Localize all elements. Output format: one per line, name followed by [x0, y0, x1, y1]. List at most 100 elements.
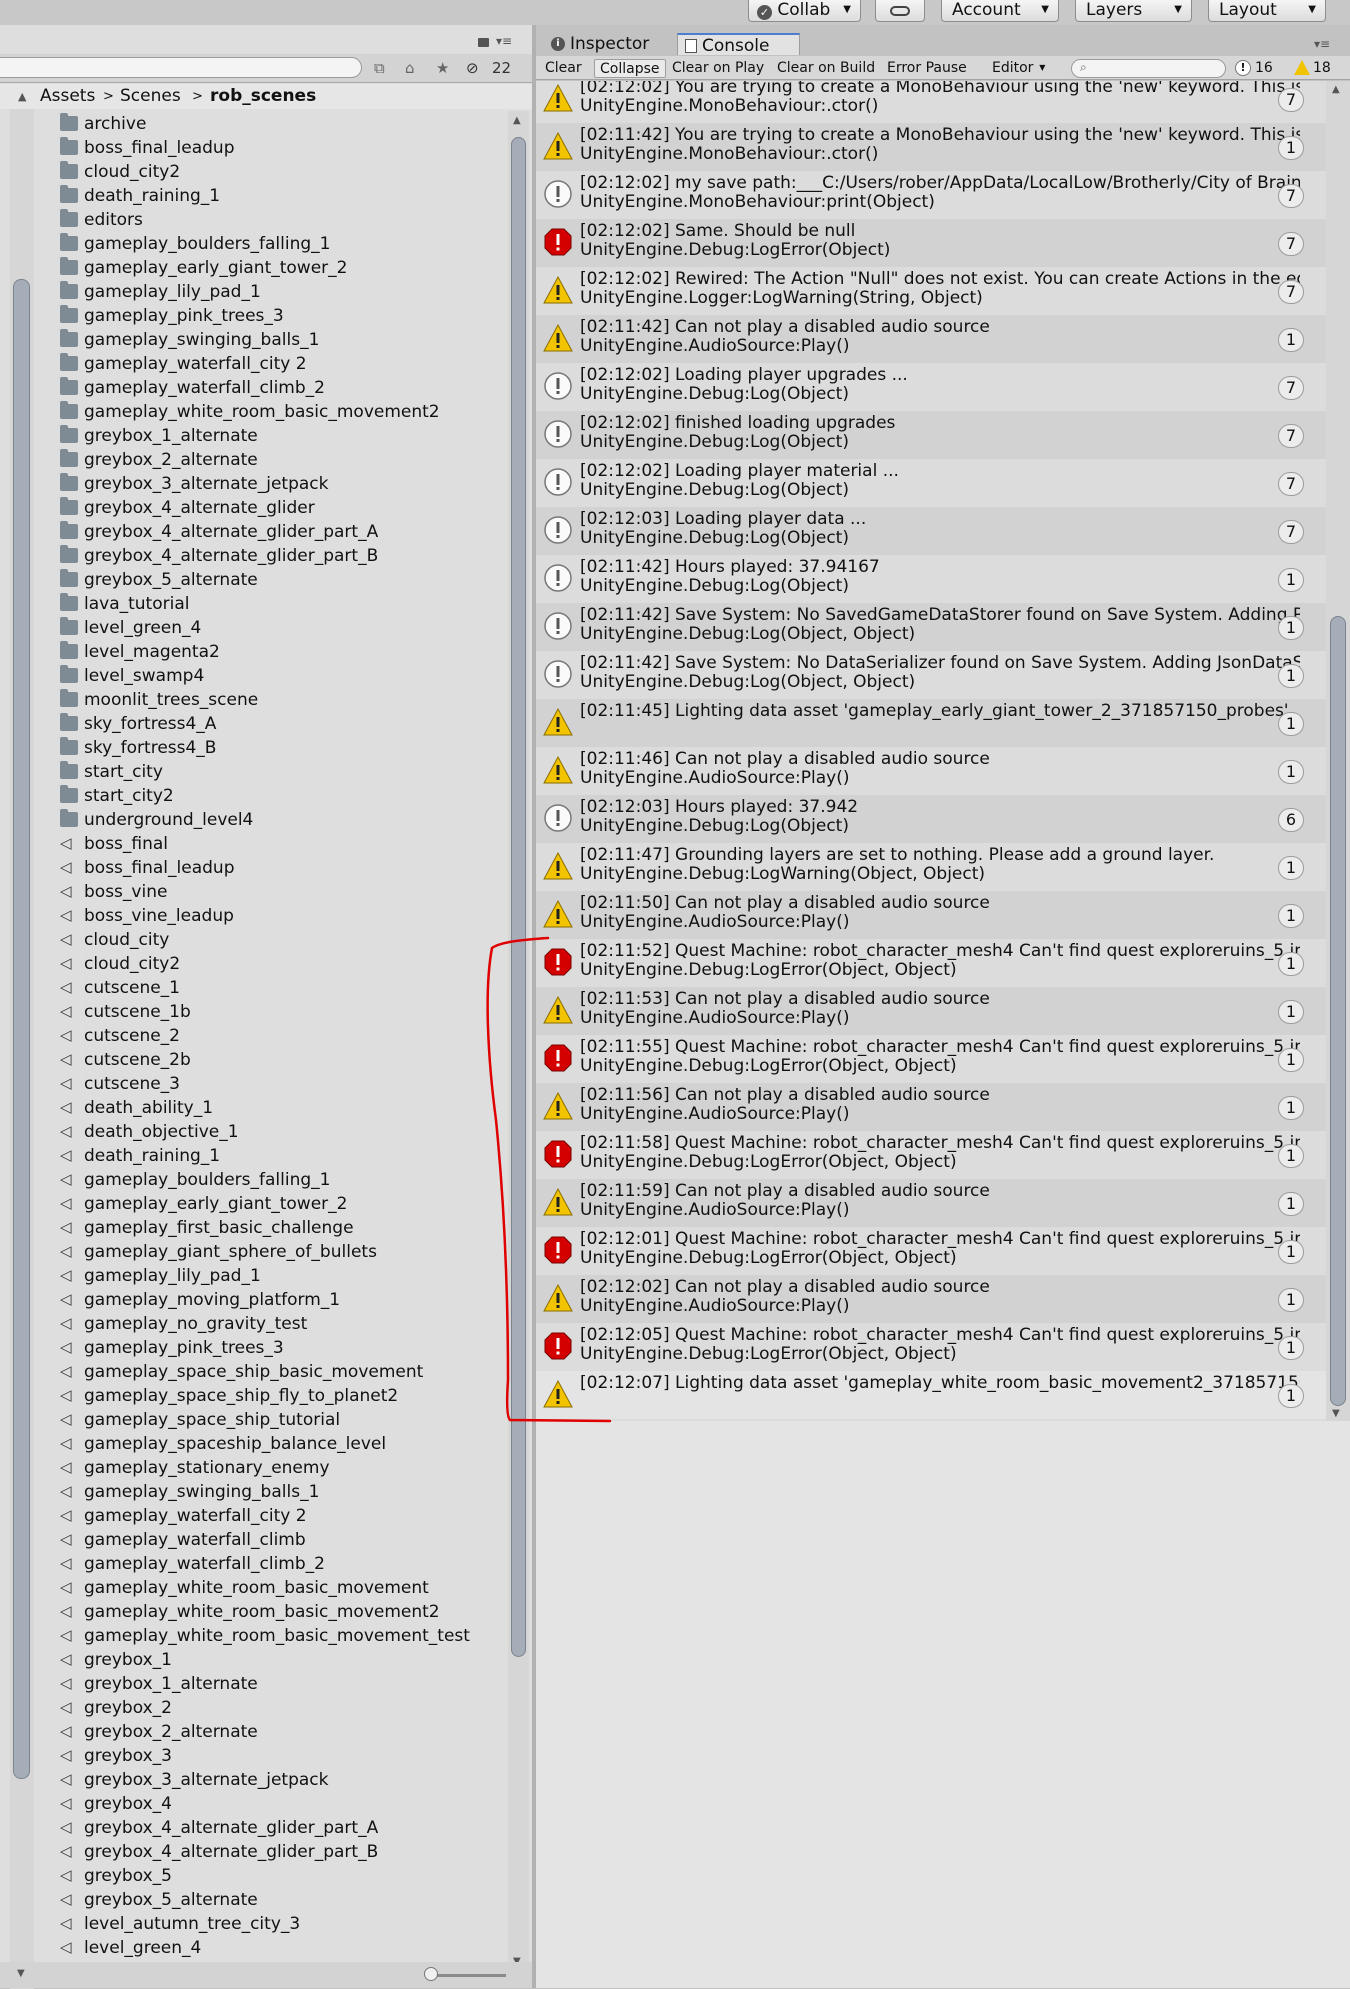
folder-item[interactable]: sky_fortress4_B — [57, 736, 507, 760]
scene-item[interactable]: ◁ gameplay_giant_sphere_of_bullets — [57, 1240, 507, 1264]
folder-item[interactable]: lava_tutorial — [57, 592, 507, 616]
scene-item[interactable]: ◁ greybox_1 — [57, 1648, 507, 1672]
folder-item[interactable]: gameplay_white_room_basic_movement2 — [57, 400, 507, 424]
console-entry[interactable]: [02:11:56] Can not play a disabled audio… — [536, 1083, 1326, 1131]
console-entry[interactable]: [02:11:46] Can not play a disabled audio… — [536, 747, 1326, 795]
scene-item[interactable]: ◁ gameplay_space_ship_tutorial — [57, 1408, 507, 1432]
scene-item[interactable]: ◁ gameplay_boulders_falling_1 — [57, 1168, 507, 1192]
collab-button[interactable]: ✓ Collab ▼ — [748, 0, 861, 22]
icon-size-slider-handle[interactable] — [424, 1967, 438, 1981]
create-filter-icon[interactable]: ⧉ — [374, 59, 385, 77]
scene-item[interactable]: ◁ greybox_3 — [57, 1744, 507, 1768]
scene-item[interactable]: ◁ cutscene_1 — [57, 976, 507, 1000]
clear-button[interactable]: Clear — [540, 59, 587, 78]
log-filter-toggle[interactable]: ! 16 — [1233, 59, 1278, 78]
scene-item[interactable]: ◁ gameplay_no_gravity_test — [57, 1312, 507, 1336]
scene-item[interactable]: ◁ cutscene_2b — [57, 1048, 507, 1072]
clear-on-play-toggle[interactable]: Clear on Play — [667, 59, 769, 78]
scene-item[interactable]: ◁ gameplay_white_room_basic_movement_test — [57, 1624, 507, 1648]
scene-item[interactable]: ◁ boss_vine — [57, 880, 507, 904]
console-entry[interactable]: [02:12:07] Lighting data asset 'gameplay… — [536, 1371, 1326, 1419]
favorite-star-icon[interactable]: ★ — [436, 59, 449, 77]
folder-item[interactable]: gameplay_boulders_falling_1 — [57, 232, 507, 256]
folder-item[interactable]: gameplay_waterfall_city 2 — [57, 352, 507, 376]
folder-item[interactable]: moonlit_trees_scene — [57, 688, 507, 712]
clear-on-build-toggle[interactable]: Clear on Build — [772, 59, 880, 78]
scene-item[interactable]: ◁ greybox_2_alternate — [57, 1720, 507, 1744]
folder-item[interactable]: greybox_4_alternate_glider_part_B — [57, 544, 507, 568]
scene-item[interactable]: ◁ greybox_4_alternate_glider_part_B — [57, 1840, 507, 1864]
scene-item[interactable]: ◁ gameplay_spaceship_balance_level — [57, 1432, 507, 1456]
icon-size-slider[interactable] — [432, 1974, 506, 1977]
scene-item[interactable]: ◁ level_green_4 — [57, 1936, 507, 1960]
console-entry[interactable]: [02:11:59] Can not play a disabled audio… — [536, 1179, 1326, 1227]
console-entry[interactable]: [02:12:03] Loading player data ... UnityE… — [536, 507, 1326, 555]
scene-item[interactable]: ◁ gameplay_space_ship_fly_to_planet2 — [57, 1384, 507, 1408]
console-scroll-thumb[interactable] — [1330, 616, 1346, 1406]
scene-item[interactable]: ◁ greybox_1_alternate — [57, 1672, 507, 1696]
scene-item[interactable]: ◁ greybox_5 — [57, 1864, 507, 1888]
folder-item[interactable]: level_green_4 — [57, 616, 507, 640]
layout-dropdown[interactable]: Layout ▼ — [1208, 0, 1326, 22]
folder-item[interactable]: gameplay_waterfall_climb_2 — [57, 376, 507, 400]
console-search-input[interactable]: ⌕ — [1071, 59, 1226, 78]
console-entry[interactable]: [02:12:02] my save path:___C:/Users/robe… — [536, 171, 1326, 219]
console-entry[interactable]: [02:11:50] Can not play a disabled audio… — [536, 891, 1326, 939]
console-entry[interactable]: [02:12:02] Same. Should be null UnityEngi… — [536, 219, 1326, 267]
label-filter-icon[interactable]: ⌂ — [405, 59, 415, 77]
console-entry[interactable]: [02:12:02] Loading player material ... Un… — [536, 459, 1326, 507]
project-search-input[interactable] — [0, 57, 362, 78]
scene-item[interactable]: ◁ cloud_city — [57, 928, 507, 952]
scene-item[interactable]: ◁ greybox_2 — [57, 1696, 507, 1720]
folder-item[interactable]: start_city2 — [57, 784, 507, 808]
folder-item[interactable]: gameplay_pink_trees_3 — [57, 304, 507, 328]
scene-item[interactable]: ◁ death_raining_1 — [57, 1144, 507, 1168]
scene-item[interactable]: ◁ death_ability_1 — [57, 1096, 507, 1120]
scene-item[interactable]: ◁ boss_final — [57, 832, 507, 856]
console-entry[interactable]: [02:12:02] You are trying to create a Mo… — [536, 81, 1326, 123]
console-entry[interactable]: [02:12:05] Quest Machine: robot_characte… — [536, 1323, 1326, 1371]
scene-item[interactable]: ◁ gameplay_early_giant_tower_2 — [57, 1192, 507, 1216]
scroll-down-arrow-icon[interactable]: ▼ — [17, 1968, 25, 1979]
scene-item[interactable]: ◁ gameplay_waterfall_climb — [57, 1528, 507, 1552]
scene-item[interactable]: ◁ boss_final_leadup — [57, 856, 507, 880]
folder-item[interactable]: boss_final_leadup — [57, 136, 507, 160]
scene-item[interactable]: ◁ cutscene_2 — [57, 1024, 507, 1048]
console-entry[interactable]: [02:11:42] Save System: No DataSerialize… — [536, 651, 1326, 699]
collapse-toggle[interactable]: Collapse — [594, 59, 666, 78]
folder-item[interactable]: gameplay_lily_pad_1 — [57, 280, 507, 304]
console-entry[interactable]: [02:11:42] Save System: No SavedGameData… — [536, 603, 1326, 651]
panel-menu-icon[interactable]: ▾≡ — [1314, 37, 1330, 51]
console-entry[interactable]: [02:12:02] Can not play a disabled audio… — [536, 1275, 1326, 1323]
scene-item[interactable]: ◁ gameplay_white_room_basic_movement — [57, 1576, 507, 1600]
folder-item[interactable]: gameplay_swinging_balls_1 — [57, 328, 507, 352]
console-entry[interactable]: [02:12:02] finished loading upgrades Unit… — [536, 411, 1326, 459]
layers-dropdown[interactable]: Layers ▼ — [1075, 0, 1192, 22]
scroll-up-arrow-icon[interactable]: ▲ — [513, 115, 521, 126]
console-entry[interactable]: [02:11:47] Grounding layers are set to n… — [536, 843, 1326, 891]
folder-tree-scroll-thumb[interactable] — [13, 279, 30, 1779]
console-entry[interactable]: [02:11:42] You are trying to create a Mo… — [536, 123, 1326, 171]
scene-item[interactable]: ◁ gameplay_swinging_balls_1 — [57, 1480, 507, 1504]
folder-tree-scrollbar[interactable] — [10, 109, 34, 1989]
folder-item[interactable]: level_magenta2 — [57, 640, 507, 664]
folder-item[interactable]: level_swamp4 — [57, 664, 507, 688]
tab-console[interactable]: Console — [677, 33, 800, 56]
scene-item[interactable]: ◁ gameplay_pink_trees_3 — [57, 1336, 507, 1360]
scene-item[interactable]: ◁ greybox_4 — [57, 1792, 507, 1816]
console-entry[interactable]: [02:11:55] Quest Machine: robot_characte… — [536, 1035, 1326, 1083]
panel-menu-icon[interactable]: ▾≡ — [496, 34, 512, 48]
console-entry[interactable]: [02:11:42] Hours played: 37.94167 UnityEn… — [536, 555, 1326, 603]
console-entry[interactable]: [02:12:02] Loading player upgrades ... Un… — [536, 363, 1326, 411]
warning-filter-toggle[interactable]: 18 — [1291, 59, 1336, 78]
scene-item[interactable]: ◁ gameplay_waterfall_city 2 — [57, 1504, 507, 1528]
asset-list-scrollbar[interactable]: ▲ ▼ — [508, 111, 529, 1969]
scene-item[interactable]: ◁ gameplay_space_ship_basic_movement — [57, 1360, 507, 1384]
console-scrollbar[interactable]: ▲ ▼ — [1326, 81, 1350, 1421]
scene-item[interactable]: ◁ boss_vine_leadup — [57, 904, 507, 928]
account-button[interactable]: Account ▼ — [941, 0, 1059, 22]
scene-item[interactable]: ◁ greybox_5_alternate — [57, 1888, 507, 1912]
console-entry[interactable]: [02:11:45] Lighting data asset 'gameplay… — [536, 699, 1326, 747]
folder-item[interactable]: sky_fortress4_A — [57, 712, 507, 736]
scene-item[interactable]: ◁ cutscene_3 — [57, 1072, 507, 1096]
